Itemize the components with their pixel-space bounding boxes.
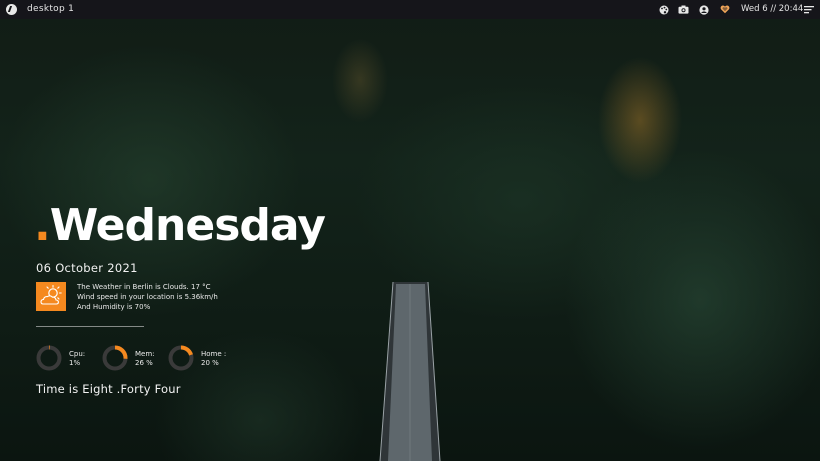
weather-line-humidity: And Humidity is 70% [77,303,151,311]
user-icon[interactable] [698,3,709,16]
divider [36,326,144,327]
weather-line-conditions: The Weather in Berlin is Clouds. 17 °C [77,283,211,291]
camera-icon[interactable] [678,3,689,16]
weather-line-wind: Wind speed in your location is 5.36km/h [77,293,218,301]
menu-icon[interactable] [803,3,815,16]
memory-gauge-name: Mem: [135,350,155,358]
launcher-logo-icon[interactable] [6,4,17,15]
partly-cloudy-icon [36,282,66,311]
cpu-gauge-name: Cpu: [69,350,86,358]
day-accent-dot: . [34,200,51,251]
time-in-words: Time is Eight .Forty Four [36,382,181,396]
weather-details: The Weather in Berlin is Clouds. 17 °C W… [77,282,218,312]
workspace-label[interactable]: desktop 1 [27,4,74,14]
memory-gauge-value: 26 % [135,359,153,367]
cpu-gauge-value: 1% [69,359,81,367]
clock[interactable]: Wed 6 // 20:44 [741,4,803,14]
home-disk-gauge-label: Home : 20 % [201,350,226,368]
top-bar: desktop 1 Wed 6 // 20:44 [0,0,820,19]
cpu-gauge-label: Cpu: 1% [69,350,85,368]
day-name: Wednesday [49,200,326,251]
home-disk-gauge-name: Home : [201,350,227,358]
memory-gauge [102,345,128,371]
date-text: 06 October 2021 [36,261,138,275]
day-name-heading: .Wednesday [34,204,326,248]
home-disk-gauge-value: 20 % [201,359,219,367]
cpu-gauge [36,345,62,371]
gauge-track [36,345,62,371]
memory-gauge-label: Mem: 26 % [135,350,155,368]
palette-icon[interactable] [658,3,669,16]
home-disk-gauge [168,345,194,371]
heart-icon[interactable] [719,3,730,16]
